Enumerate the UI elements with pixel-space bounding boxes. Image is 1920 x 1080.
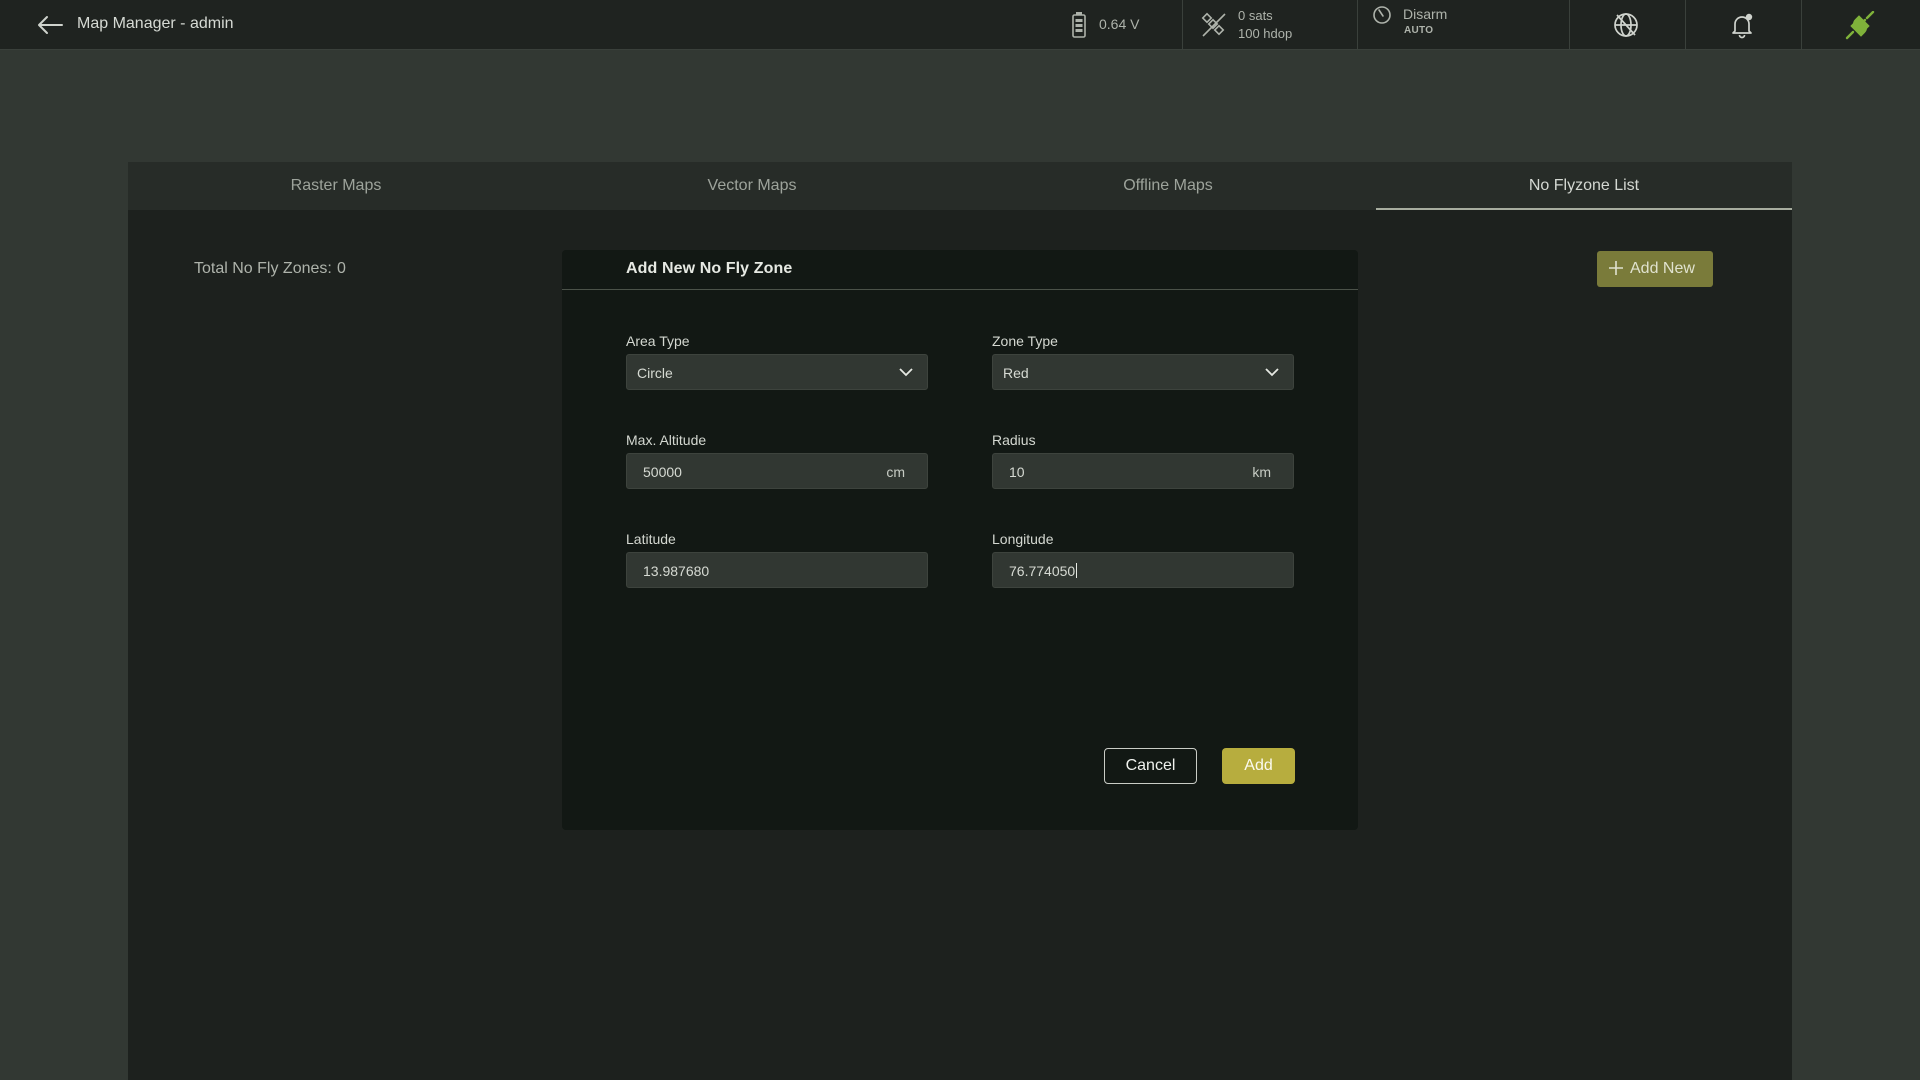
radius-unit: km (1252, 464, 1271, 480)
geofence-toggle-button[interactable] (1569, 0, 1685, 50)
radius-value: 10 (1009, 464, 1025, 480)
back-arrow-icon[interactable] (36, 13, 64, 37)
dialog-header: Add New No Fly Zone (562, 250, 1358, 290)
max-altitude-input[interactable]: 50000 cm (626, 453, 928, 489)
sats-count: 0 sats (1238, 8, 1273, 23)
tab-raster-maps[interactable]: Raster Maps (128, 162, 544, 210)
disarm-icon (1373, 6, 1391, 24)
bell-icon (1732, 13, 1753, 39)
zone-type-label: Zone Type (992, 333, 1058, 349)
area-type-label: Area Type (626, 333, 690, 349)
add-no-fly-zone-dialog: Add New No Fly Zone Area Type Circle Zon… (562, 250, 1358, 830)
longitude-label: Longitude (992, 531, 1054, 547)
globe-off-icon (1614, 13, 1638, 37)
total-zones-count: 0 (337, 260, 346, 277)
longitude-input[interactable]: 76.774050 (992, 552, 1294, 588)
tab-no-flyzone-list[interactable]: No Flyzone List (1376, 162, 1792, 210)
area-type-value: Circle (637, 365, 673, 381)
latitude-input[interactable]: 13.987680 (626, 552, 928, 588)
max-altitude-value: 50000 (643, 464, 682, 480)
dialog-title: Add New No Fly Zone (626, 260, 793, 277)
chevron-down-icon (1265, 368, 1279, 377)
plus-icon (1609, 261, 1623, 275)
add-button[interactable]: Add (1222, 748, 1295, 784)
zone-type-value: Red (1003, 365, 1029, 381)
satellite-off-icon (1201, 12, 1226, 37)
latitude-value: 13.987680 (643, 563, 710, 579)
notifications-button[interactable] (1685, 0, 1801, 50)
longitude-value-wrap: 76.774050 (1009, 563, 1078, 579)
radius-label: Radius (992, 432, 1036, 448)
add-new-button[interactable]: Add New (1597, 251, 1713, 287)
battery-voltage: 0.64 V (1099, 16, 1140, 32)
area-type-select[interactable]: Circle (626, 354, 928, 390)
top-bar: Map Manager - admin 0.64 V 0 sats 100 hd… (0, 0, 1920, 50)
total-zones-label: Total No Fly Zones: (194, 260, 332, 277)
radius-input[interactable]: 10 km (992, 453, 1294, 489)
add-new-label: Add New (1630, 260, 1695, 277)
flight-mode: AUTO (1404, 25, 1434, 36)
longitude-value: 76.774050 (1009, 563, 1076, 579)
page-title: Map Manager - admin (77, 15, 234, 32)
connection-button[interactable] (1801, 0, 1917, 50)
max-altitude-label: Max. Altitude (626, 432, 707, 448)
plug-connected-icon (1845, 11, 1875, 40)
battery-icon (1072, 12, 1086, 38)
text-cursor (1076, 563, 1078, 578)
tab-bar: Raster Maps Vector Maps Offline Maps No … (128, 162, 1792, 210)
latitude-label: Latitude (626, 531, 676, 547)
tab-vector-maps[interactable]: Vector Maps (544, 162, 960, 210)
hdop-value: 100 hdop (1238, 26, 1293, 41)
zone-type-select[interactable]: Red (992, 354, 1294, 390)
cancel-button[interactable]: Cancel (1104, 748, 1197, 784)
tab-offline-maps[interactable]: Offline Maps (960, 162, 1376, 210)
chevron-down-icon (899, 368, 913, 377)
max-altitude-unit: cm (886, 464, 905, 480)
arm-state: Disarm (1403, 6, 1448, 22)
